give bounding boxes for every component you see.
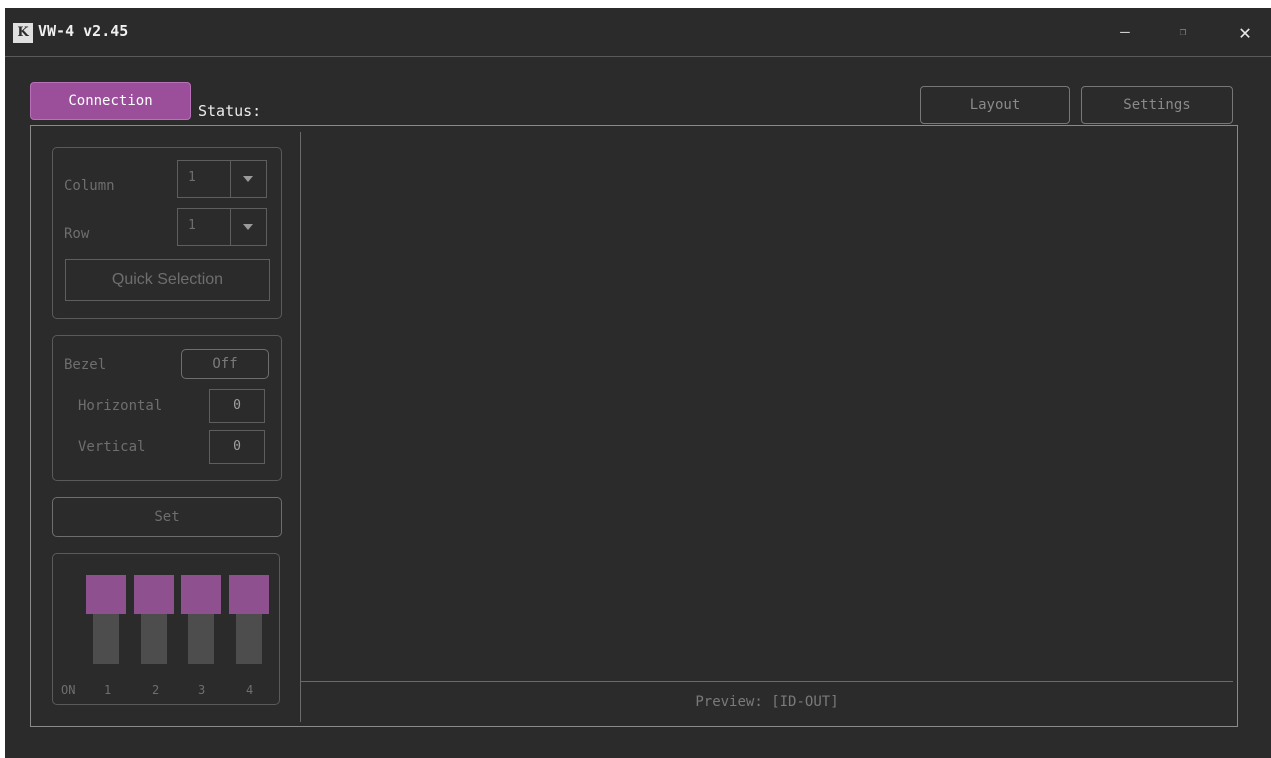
connection-button[interactable]: Connection bbox=[30, 82, 191, 120]
row-select[interactable]: 1 bbox=[177, 208, 267, 246]
dip-switch-3[interactable] bbox=[188, 614, 214, 664]
dip-switch-2-knob[interactable] bbox=[134, 575, 174, 614]
row-select-divider bbox=[230, 209, 231, 245]
panel-divider bbox=[300, 132, 301, 722]
column-label: Column bbox=[64, 178, 115, 194]
vertical-label: Vertical bbox=[78, 439, 146, 455]
row-label: Row bbox=[64, 226, 90, 242]
column-select-divider bbox=[230, 161, 231, 197]
bezel-toggle-button[interactable]: Off bbox=[181, 349, 269, 379]
window-title: VW-4 v2.45 bbox=[38, 22, 129, 40]
set-button[interactable]: Set bbox=[52, 497, 282, 537]
dip-switch-1[interactable] bbox=[93, 614, 119, 664]
dip-switch-4-label: 4 bbox=[246, 683, 254, 697]
preview-label: Preview: [ID-OUT] bbox=[695, 694, 839, 710]
settings-tab-button[interactable]: Settings bbox=[1081, 86, 1233, 124]
row-select-value: 1 bbox=[188, 218, 196, 233]
close-button[interactable]: ✕ bbox=[1230, 18, 1260, 46]
horizontal-input[interactable]: 0 bbox=[209, 389, 265, 423]
dip-switch-2[interactable] bbox=[141, 614, 167, 664]
dip-switch-3-knob[interactable] bbox=[181, 575, 221, 614]
maximize-button[interactable]: ❐ bbox=[1168, 18, 1198, 46]
layout-tab-button[interactable]: Layout bbox=[920, 86, 1070, 124]
kramer-logo-icon: K bbox=[13, 23, 33, 43]
dip-switch-2-label: 2 bbox=[152, 683, 160, 697]
preview-divider bbox=[301, 681, 1233, 682]
minimize-button[interactable]: – bbox=[1110, 18, 1140, 46]
column-select[interactable]: 1 bbox=[177, 160, 267, 198]
bezel-label: Bezel bbox=[64, 357, 107, 373]
dip-switch-1-knob[interactable] bbox=[86, 575, 126, 614]
dip-switch-4[interactable] bbox=[236, 614, 262, 664]
title-bar: K VW-4 v2.45 – ❐ ✕ bbox=[5, 8, 1271, 57]
dip-on-label: ON bbox=[61, 683, 76, 697]
chevron-down-icon bbox=[243, 224, 253, 230]
quick-selection-button[interactable]: Quick Selection bbox=[65, 259, 270, 301]
vertical-input[interactable]: 0 bbox=[209, 430, 265, 464]
horizontal-label: Horizontal bbox=[78, 398, 163, 414]
status-label: Status: bbox=[198, 102, 262, 120]
dip-switch-4-knob[interactable] bbox=[229, 575, 269, 614]
column-select-value: 1 bbox=[188, 170, 196, 185]
dip-switch-3-label: 3 bbox=[198, 683, 206, 697]
chevron-down-icon bbox=[243, 176, 253, 182]
dip-switch-1-label: 1 bbox=[104, 683, 112, 697]
